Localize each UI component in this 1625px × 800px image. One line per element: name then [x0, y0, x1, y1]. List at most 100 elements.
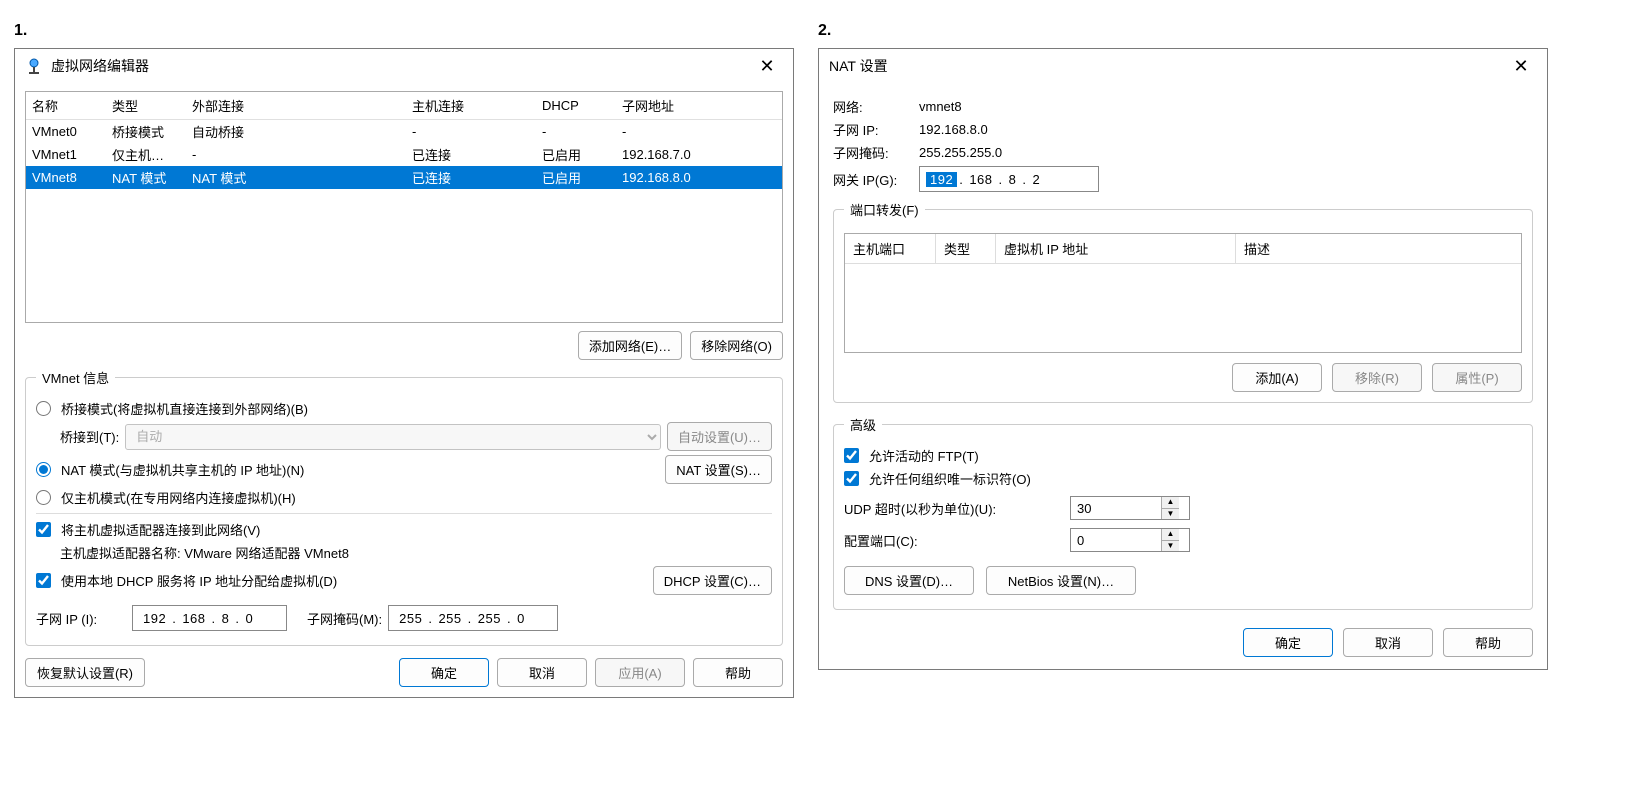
- radio-hostonly[interactable]: [36, 490, 51, 505]
- subnet-ip-value: 192.168.8.0: [919, 122, 988, 137]
- port-forwarding-table[interactable]: 主机端口 类型 虚拟机 IP 地址 描述: [844, 233, 1522, 353]
- table-cell: 桥接模式: [106, 120, 186, 144]
- bridge-to-select: 自动: [125, 424, 661, 450]
- add-button[interactable]: 添加(A): [1232, 363, 1322, 392]
- help-button[interactable]: 帮助: [1443, 628, 1533, 657]
- table-cell: -: [186, 143, 406, 166]
- gateway-ip-label: 网关 IP(G):: [833, 170, 919, 189]
- col-host: 主机连接: [406, 92, 536, 120]
- table-cell: -: [406, 120, 536, 144]
- col-external: 外部连接: [186, 92, 406, 120]
- check-allow-ftp-label: 允许活动的 FTP(T): [869, 446, 979, 465]
- remove-network-button[interactable]: 移除网络(O): [690, 331, 783, 360]
- restore-defaults-button[interactable]: 恢复默认设置(R): [25, 658, 145, 687]
- radio-bridge[interactable]: [36, 401, 51, 416]
- col-dhcp: DHCP: [536, 92, 616, 120]
- help-button[interactable]: 帮助: [693, 658, 783, 687]
- table-row[interactable]: VMnet8NAT 模式NAT 模式已连接已启用192.168.8.0: [26, 166, 782, 189]
- radio-nat[interactable]: [36, 462, 51, 477]
- table-cell: -: [616, 120, 782, 144]
- subnet-ip-label: 子网 IP (I):: [36, 609, 126, 628]
- radio-bridge-label: 桥接模式(将虚拟机直接连接到外部网络)(B): [61, 399, 308, 418]
- spin-down-icon[interactable]: ▼: [1162, 508, 1179, 520]
- netbios-settings-button[interactable]: NetBios 设置(N)…: [986, 566, 1136, 595]
- dhcp-settings-button[interactable]: DHCP 设置(C)…: [653, 566, 772, 595]
- titlebar: 虚拟网络编辑器 ✕: [15, 49, 793, 83]
- gateway-ip-input[interactable]: 192. 168. 8. 2: [919, 166, 1099, 192]
- col-type: 类型: [935, 234, 995, 263]
- ok-button[interactable]: 确定: [399, 658, 489, 687]
- table-cell: NAT 模式: [106, 166, 186, 189]
- apply-button: 应用(A): [595, 658, 685, 687]
- table-cell: 192.168.7.0: [616, 143, 782, 166]
- check-use-dhcp-label: 使用本地 DHCP 服务将 IP 地址分配给虚拟机(D): [61, 571, 337, 590]
- subnet-mask-value: 255.255.255.0: [919, 145, 1002, 160]
- table-cell: 已连接: [406, 143, 536, 166]
- col-description: 描述: [1235, 234, 1521, 263]
- port-forwarding-group: 端口转发(F) 主机端口 类型 虚拟机 IP 地址 描述 添加(A) 移除(R)…: [833, 200, 1533, 403]
- radio-nat-label: NAT 模式(与虚拟机共享主机的 IP 地址)(N): [61, 460, 304, 479]
- subnet-ip-input[interactable]: 192. 168. 8. 0: [132, 605, 287, 631]
- host-adapter-name: 主机虚拟适配器名称: VMware 网络适配器 VMnet8: [60, 543, 349, 562]
- nat-settings-button[interactable]: NAT 设置(S)…: [665, 455, 772, 484]
- advanced-legend: 高级: [844, 415, 882, 434]
- col-name: 名称: [26, 92, 106, 120]
- figure-number-1: 1.: [14, 22, 27, 40]
- table-cell: 192.168.8.0: [616, 166, 782, 189]
- table-cell: 已连接: [406, 166, 536, 189]
- udp-timeout-value[interactable]: [1071, 497, 1161, 519]
- check-allow-ftp[interactable]: [844, 448, 859, 463]
- network-value: vmnet8: [919, 99, 962, 114]
- advanced-group: 高级 允许活动的 FTP(T) 允许任何组织唯一标识符(O) UDP 超时(以秒…: [833, 415, 1533, 610]
- subnet-mask-input[interactable]: 255. 255. 255. 0: [388, 605, 558, 631]
- udp-timeout-input[interactable]: ▲▼: [1070, 496, 1190, 520]
- table-cell: 仅主机…: [106, 143, 186, 166]
- network-icon: [25, 57, 43, 75]
- nat-settings-dialog: NAT 设置 ✕ 网络:vmnet8 子网 IP:192.168.8.0 子网掩…: [818, 48, 1548, 670]
- dns-settings-button[interactable]: DNS 设置(D)…: [844, 566, 974, 595]
- network-table[interactable]: 名称 类型 外部连接 主机连接 DHCP 子网地址 VMnet0桥接模式自动桥接…: [25, 91, 783, 323]
- figure-number-2: 2.: [818, 22, 831, 40]
- config-port-input[interactable]: ▲▼: [1070, 528, 1190, 552]
- table-row[interactable]: VMnet1仅主机…-已连接已启用192.168.7.0: [26, 143, 782, 166]
- col-subnet: 子网地址: [616, 92, 782, 120]
- auto-setup-button: 自动设置(U)…: [667, 422, 772, 451]
- close-icon[interactable]: ✕: [747, 54, 787, 79]
- subnet-ip-label: 子网 IP:: [833, 120, 919, 139]
- col-host-port: 主机端口: [845, 234, 935, 263]
- col-vm-ip: 虚拟机 IP 地址: [995, 234, 1235, 263]
- spin-up-icon[interactable]: ▲: [1162, 497, 1179, 508]
- table-cell: NAT 模式: [186, 166, 406, 189]
- close-icon[interactable]: ✕: [1501, 54, 1541, 79]
- add-network-button[interactable]: 添加网络(E)…: [578, 331, 682, 360]
- check-allow-oui[interactable]: [844, 471, 859, 486]
- table-cell: VMnet8: [26, 166, 106, 189]
- radio-hostonly-label: 仅主机模式(在专用网络内连接虚拟机)(H): [61, 488, 296, 507]
- config-port-value[interactable]: [1071, 529, 1161, 551]
- ok-button[interactable]: 确定: [1243, 628, 1333, 657]
- dialog-title: NAT 设置: [829, 56, 888, 76]
- cancel-button[interactable]: 取消: [497, 658, 587, 687]
- config-port-label: 配置端口(C):: [844, 531, 1064, 550]
- check-connect-host-adapter[interactable]: [36, 522, 51, 537]
- table-cell: 已启用: [536, 166, 616, 189]
- check-connect-host-adapter-label: 将主机虚拟适配器连接到此网络(V): [61, 520, 260, 539]
- titlebar: NAT 设置 ✕: [819, 49, 1547, 83]
- check-allow-oui-label: 允许任何组织唯一标识符(O): [869, 469, 1031, 488]
- cancel-button[interactable]: 取消: [1343, 628, 1433, 657]
- remove-button: 移除(R): [1332, 363, 1422, 392]
- table-header: 名称 类型 外部连接 主机连接 DHCP 子网地址: [26, 92, 782, 120]
- bridge-to-label: 桥接到(T):: [60, 427, 119, 446]
- subnet-mask-label: 子网掩码(M):: [307, 609, 382, 628]
- col-type: 类型: [106, 92, 186, 120]
- table-cell: VMnet1: [26, 143, 106, 166]
- check-use-dhcp[interactable]: [36, 573, 51, 588]
- table-row[interactable]: VMnet0桥接模式自动桥接---: [26, 120, 782, 144]
- spin-down-icon[interactable]: ▼: [1162, 540, 1179, 552]
- spin-up-icon[interactable]: ▲: [1162, 529, 1179, 540]
- vmnet-info-group: VMnet 信息 桥接模式(将虚拟机直接连接到外部网络)(B) 桥接到(T): …: [25, 368, 783, 646]
- udp-timeout-label: UDP 超时(以秒为单位)(U):: [844, 499, 1064, 518]
- table-cell: 已启用: [536, 143, 616, 166]
- table-cell: VMnet0: [26, 120, 106, 144]
- properties-button: 属性(P): [1432, 363, 1522, 392]
